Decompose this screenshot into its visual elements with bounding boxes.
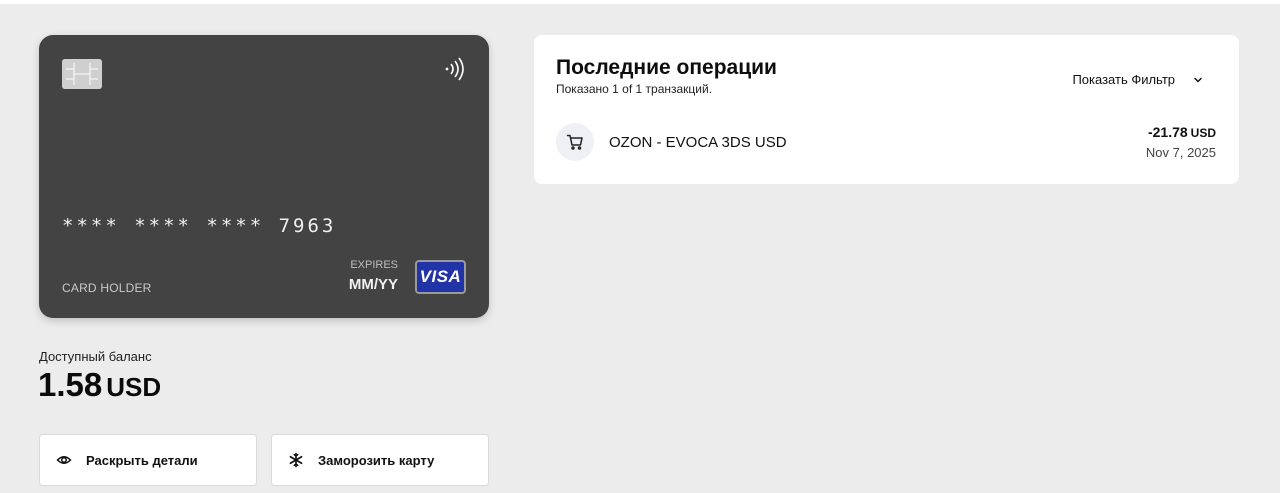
freeze-card-button[interactable]: Заморозить карту bbox=[271, 434, 489, 486]
balance-currency: USD bbox=[106, 372, 162, 402]
balance-value: 1.58 bbox=[38, 366, 103, 403]
balance-amount: 1.58 USD bbox=[38, 366, 161, 404]
expires-value: MM/YY bbox=[348, 276, 398, 293]
panel-subtitle: Показано 1 of 1 транзакций. bbox=[556, 82, 713, 96]
transaction-amount-value: -21.78 bbox=[1147, 124, 1188, 140]
bank-card: **** **** **** 7963 CARD HOLDER EXPIRES … bbox=[39, 35, 489, 318]
reveal-details-label: Раскрыть детали bbox=[86, 452, 198, 468]
expires-label: EXPIRES bbox=[350, 259, 398, 271]
contactless-icon bbox=[444, 57, 466, 81]
transaction-row[interactable]: OZON - EVOCA 3DS USD -21.78 USD Nov 7, 20… bbox=[556, 123, 1216, 163]
chevron-down-icon bbox=[1193, 75, 1203, 85]
panel-title: Последние операции bbox=[556, 56, 777, 79]
snowflake-icon bbox=[288, 452, 304, 468]
transaction-date: Nov 7, 2025 bbox=[1145, 145, 1216, 160]
chip-icon bbox=[62, 59, 102, 89]
show-filter-button[interactable]: Показать Фильтр bbox=[1072, 72, 1203, 87]
top-strip bbox=[0, 0, 1280, 4]
eye-icon bbox=[56, 452, 72, 468]
cart-icon bbox=[556, 123, 594, 161]
card-number: **** **** **** 7963 bbox=[62, 215, 337, 237]
balance-label: Доступный баланс bbox=[39, 349, 152, 364]
reveal-details-button[interactable]: Раскрыть детали bbox=[39, 434, 257, 486]
transaction-amount: -21.78 USD bbox=[1148, 124, 1216, 142]
show-filter-label: Показать Фильтр bbox=[1072, 72, 1175, 87]
freeze-card-label: Заморозить карту bbox=[318, 452, 435, 468]
visa-logo: VISA bbox=[415, 260, 466, 294]
card-holder-label: CARD HOLDER bbox=[62, 281, 152, 295]
transaction-amount-currency: USD bbox=[1190, 126, 1216, 140]
recent-transactions-panel: Последние операции Показано 1 of 1 транз… bbox=[534, 35, 1239, 184]
transaction-merchant: OZON - EVOCA 3DS USD bbox=[609, 134, 787, 151]
